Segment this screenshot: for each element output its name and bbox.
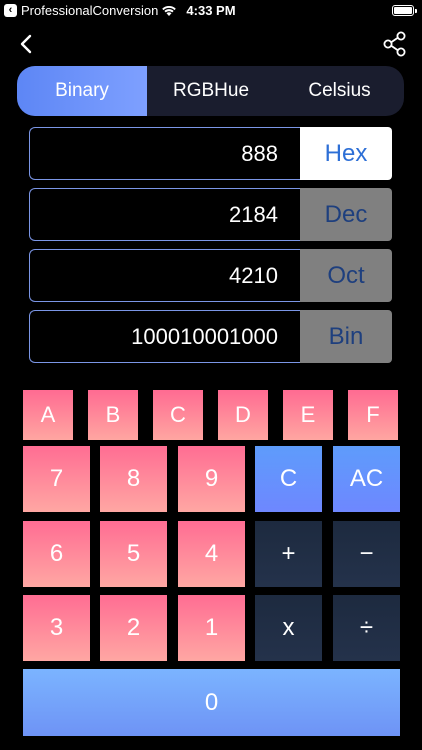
key-3[interactable]: 3 bbox=[23, 595, 90, 661]
all-clear-button[interactable]: AC bbox=[333, 446, 400, 512]
battery-icon bbox=[392, 5, 417, 16]
clear-button[interactable]: C bbox=[255, 446, 322, 512]
hex-value-field[interactable]: 888 bbox=[29, 127, 300, 180]
conversion-tabs: Binary RGBHue Celsius bbox=[17, 66, 404, 116]
key-4[interactable]: 4 bbox=[178, 521, 245, 587]
key-5[interactable]: 5 bbox=[100, 521, 167, 587]
key-c[interactable]: C bbox=[153, 390, 203, 440]
tab-celsius[interactable]: Celsius bbox=[275, 66, 404, 116]
key-9[interactable]: 9 bbox=[178, 446, 245, 512]
key-d[interactable]: D bbox=[218, 390, 268, 440]
key-2[interactable]: 2 bbox=[100, 595, 167, 661]
back-arrow-icon[interactable] bbox=[14, 30, 42, 58]
key-8[interactable]: 8 bbox=[100, 446, 167, 512]
hex-unit-button[interactable]: Hex bbox=[300, 127, 392, 180]
key-1[interactable]: 1 bbox=[178, 595, 245, 661]
dec-value-field[interactable]: 2184 bbox=[29, 188, 300, 241]
oct-unit-button[interactable]: Oct bbox=[300, 249, 392, 302]
plus-button[interactable]: + bbox=[255, 521, 322, 587]
bin-row: 100010001000 Bin bbox=[29, 310, 392, 363]
key-6[interactable]: 6 bbox=[23, 521, 90, 587]
key-e[interactable]: E bbox=[283, 390, 333, 440]
key-b[interactable]: B bbox=[88, 390, 138, 440]
dec-row: 2184 Dec bbox=[29, 188, 392, 241]
clock: 4:33 PM bbox=[186, 3, 236, 18]
status-bar: ‹ ProfessionalConversion 4:33 PM bbox=[0, 0, 422, 22]
share-icon[interactable] bbox=[382, 31, 408, 57]
key-a[interactable]: A bbox=[23, 390, 73, 440]
oct-row: 4210 Oct bbox=[29, 249, 392, 302]
dec-unit-button[interactable]: Dec bbox=[300, 188, 392, 241]
key-f[interactable]: F bbox=[348, 390, 398, 440]
tab-rgbhue[interactable]: RGBHue bbox=[147, 66, 275, 116]
multiply-button[interactable]: x bbox=[255, 595, 322, 661]
divide-button[interactable]: ÷ bbox=[333, 595, 400, 661]
key-7[interactable]: 7 bbox=[23, 446, 90, 512]
hex-row: 888 Hex bbox=[29, 127, 392, 180]
bin-value-field[interactable]: 100010001000 bbox=[29, 310, 300, 363]
tab-binary[interactable]: Binary bbox=[17, 66, 147, 116]
bin-unit-button[interactable]: Bin bbox=[300, 310, 392, 363]
key-0[interactable]: 0 bbox=[23, 669, 400, 736]
minus-button[interactable]: − bbox=[333, 521, 400, 587]
oct-value-field[interactable]: 4210 bbox=[29, 249, 300, 302]
